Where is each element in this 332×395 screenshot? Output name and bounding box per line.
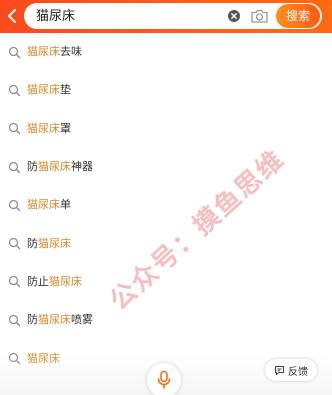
suggestion-text: 防猫尿床喷雾 xyxy=(27,313,93,327)
suggestion-item[interactable]: 猫尿床去味 xyxy=(0,33,332,71)
suggestion-keyword: 猫尿床 xyxy=(27,198,60,212)
suggestion-keyword: 猫尿床 xyxy=(49,274,82,288)
search-icon xyxy=(8,84,21,97)
suggestion-item[interactable]: 防猫尿床神器 xyxy=(0,148,332,186)
suggestion-text: 防止猫尿床 xyxy=(27,275,82,289)
search-box[interactable]: 猫尿床 搜索 xyxy=(24,3,322,29)
suggestion-suffix: 去味 xyxy=(60,45,82,59)
search-icon xyxy=(8,199,21,211)
suggestion-prefix: 防 xyxy=(27,236,38,250)
search-suggestion-screen: 猫尿床 搜索 猫尿床去味 猫尿床垫 猫尿床罩 防猫尿床神器 猫尿床单 防猫尿床 … xyxy=(0,0,332,395)
feedback-icon xyxy=(274,365,285,375)
suggestion-prefix: 防 xyxy=(27,160,38,174)
suggestion-keyword: 猫尿床 xyxy=(38,160,71,174)
suggestion-item[interactable]: 猫尿床罩 xyxy=(0,110,332,148)
suggestion-suffix: 单 xyxy=(60,198,71,212)
suggestion-text: 猫尿床单 xyxy=(27,198,71,212)
voice-search-button[interactable] xyxy=(147,363,181,395)
suggestion-item[interactable]: 防猫尿床喷雾 xyxy=(0,301,332,339)
suggestion-text: 猫尿床垫 xyxy=(27,83,71,97)
suggestion-item[interactable]: 猫尿床垫 xyxy=(0,71,332,109)
suggestion-keyword: 猫尿床 xyxy=(38,236,71,250)
suggestion-keyword: 猫尿床 xyxy=(38,313,71,327)
suggestion-item[interactable]: 防猫尿床 xyxy=(0,224,332,262)
suggestion-text: 防猫尿床神器 xyxy=(27,160,93,174)
feedback-button[interactable]: 反馈 xyxy=(265,359,317,381)
search-input[interactable]: 猫尿床 xyxy=(36,8,75,25)
suggestion-text: 猫尿床去味 xyxy=(27,45,82,59)
suggestion-keyword: 猫尿床 xyxy=(27,45,60,59)
suggestion-suffix: 神器 xyxy=(71,160,93,174)
search-button[interactable]: 搜索 xyxy=(276,4,320,28)
suggestion-item[interactable]: 防止猫尿床 xyxy=(0,263,332,301)
clear-icon xyxy=(231,13,237,19)
search-icon xyxy=(8,46,21,58)
microphone-icon xyxy=(157,370,171,389)
search-icon xyxy=(8,161,21,173)
suggestion-suffix: 罩 xyxy=(60,121,71,135)
feedback-label: 反馈 xyxy=(288,366,308,378)
suggestion-prefix: 防止 xyxy=(27,274,49,288)
suggestion-text: 防猫尿床 xyxy=(27,237,71,251)
suggestion-text: 猫尿床罩 xyxy=(27,122,71,136)
search-icon xyxy=(8,314,21,326)
search-icon xyxy=(8,276,21,288)
suggestion-keyword: 猫尿床 xyxy=(27,121,60,135)
camera-icon[interactable] xyxy=(250,8,269,24)
suggestion-list: 猫尿床去味 猫尿床垫 猫尿床罩 防猫尿床神器 猫尿床单 防猫尿床 防止猫尿床 防… xyxy=(0,33,332,378)
suggestion-suffix: 垫 xyxy=(60,83,71,97)
clear-button[interactable] xyxy=(228,10,240,22)
search-icon xyxy=(8,238,21,250)
suggestion-keyword: 猫尿床 xyxy=(27,83,60,97)
back-button[interactable] xyxy=(3,5,21,27)
suggestion-item[interactable]: 猫尿床单 xyxy=(0,186,332,224)
search-header: 猫尿床 搜索 xyxy=(0,0,332,33)
suggestion-suffix: 喷雾 xyxy=(71,313,93,327)
search-icon xyxy=(8,123,21,135)
chevron-left-icon xyxy=(8,9,16,23)
suggestion-prefix: 防 xyxy=(27,313,38,327)
